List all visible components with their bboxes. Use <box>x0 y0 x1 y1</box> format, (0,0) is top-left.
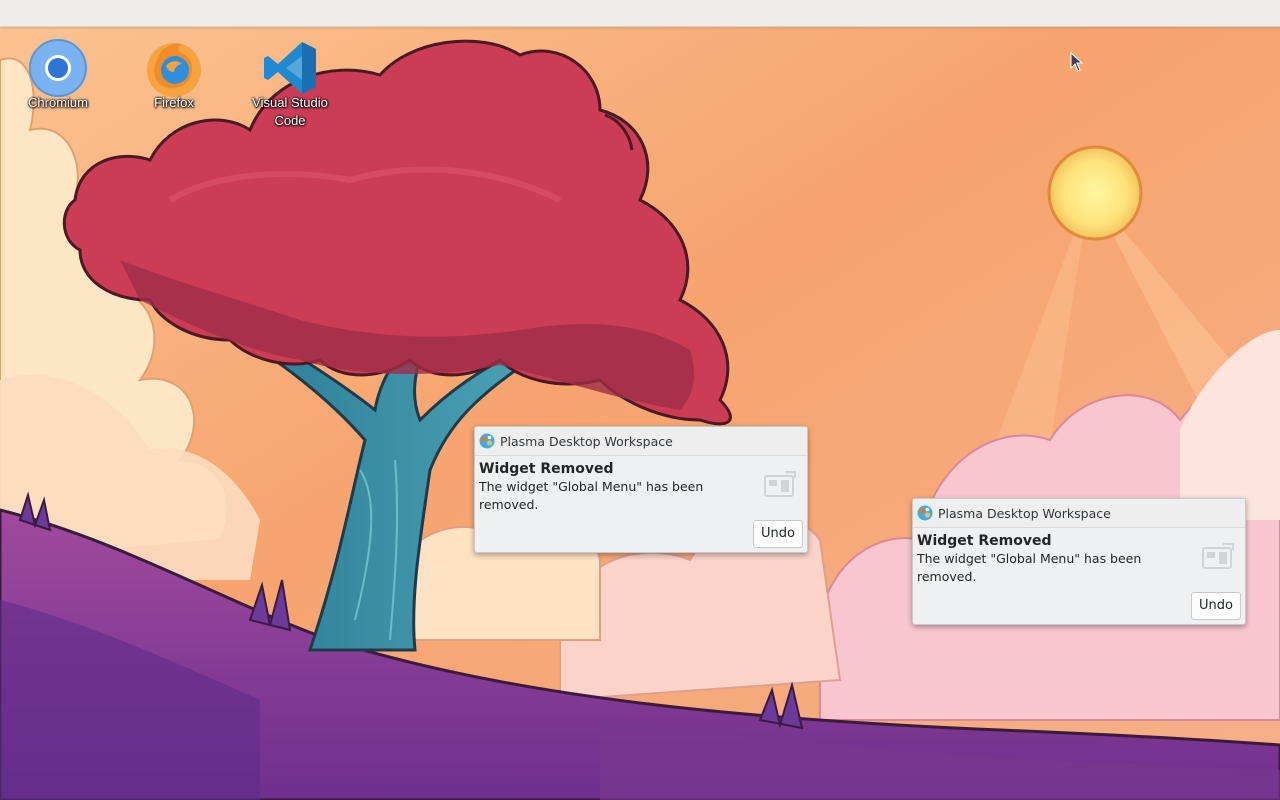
desktop-icon-vscode[interactable]: Visual Studio Code <box>242 38 338 130</box>
undo-button[interactable]: Undo <box>1191 592 1241 620</box>
top-panel <box>0 0 1280 27</box>
notification-title: Widget Removed <box>479 461 614 477</box>
notification-app-name: Plasma Desktop Workspace <box>938 505 1111 521</box>
notification-app-name: Plasma Desktop Workspace <box>500 433 673 449</box>
notification-message: The widget "Global Menu" has been remove… <box>479 479 704 512</box>
notification-header: Plasma Desktop Workspace <box>475 427 807 456</box>
notification-body: Widget Removed The widget "Global Menu" … <box>475 456 807 552</box>
notification-title: Widget Removed <box>917 533 1052 549</box>
desktop-icon-firefox[interactable]: Firefox <box>126 38 222 112</box>
desktop-icon-label: Firefox <box>154 95 194 110</box>
desktop-icon-label: Chromium <box>28 95 88 110</box>
desktop-icon-label: Visual Studio Code <box>252 95 328 128</box>
undo-button[interactable]: Undo <box>753 520 803 548</box>
firefox-icon <box>147 43 201 97</box>
notification-popup[interactable]: Plasma Desktop Workspace Widget Removed … <box>912 498 1246 625</box>
notification-message: The widget "Global Menu" has been remove… <box>917 551 1142 584</box>
desktop-icon-chromium[interactable]: Chromium <box>10 38 106 112</box>
widget-icon <box>1202 543 1234 569</box>
notification-header: Plasma Desktop Workspace <box>913 499 1245 528</box>
chromium-icon <box>29 39 87 97</box>
widget-icon <box>764 471 796 497</box>
notification-popup[interactable]: Plasma Desktop Workspace Widget Removed … <box>474 426 808 553</box>
plasma-icon <box>479 433 495 449</box>
desktop[interactable]: Chromium Firefox Visual Studio Code Plas… <box>0 0 1280 800</box>
notification-body: Widget Removed The widget "Global Menu" … <box>913 528 1245 624</box>
mouse-cursor-icon <box>1070 52 1084 72</box>
plasma-icon <box>917 505 933 521</box>
wallpaper <box>0 0 1280 800</box>
vscode-icon <box>264 42 316 94</box>
